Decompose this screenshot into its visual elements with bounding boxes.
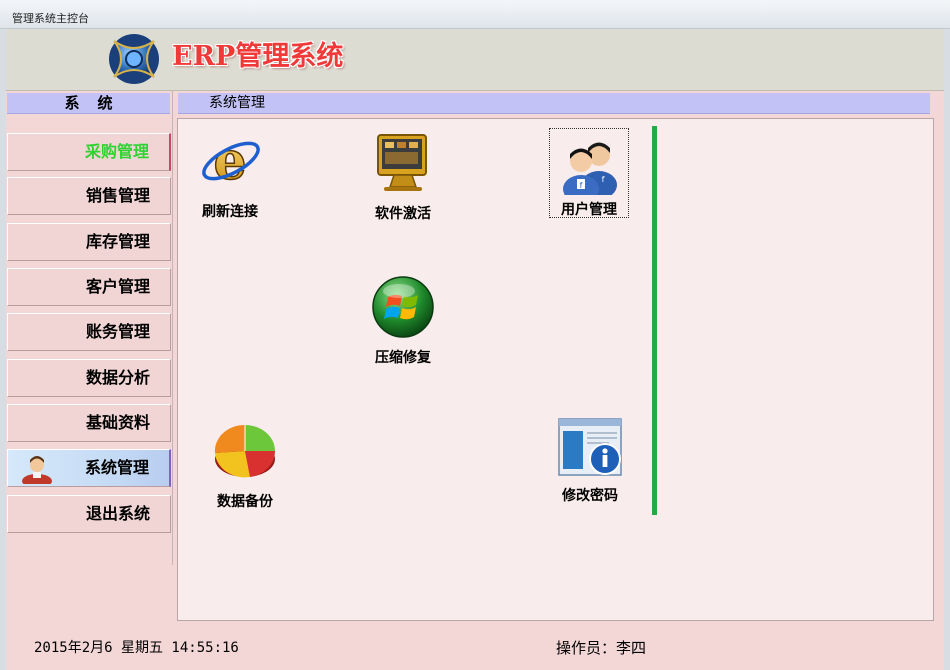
info-window-icon <box>558 418 622 476</box>
sidebar-item-label: 退出系统 <box>85 504 150 523</box>
users-icon: f f <box>563 142 617 203</box>
sidebar-header: 系统 <box>7 93 170 114</box>
sidebar-item-system[interactable]: 系统管理 <box>7 449 171 487</box>
change-password-button[interactable]: 修改密码 <box>548 417 632 505</box>
tool-label: 修改密码 <box>562 488 618 504</box>
sidebar-item-exit[interactable]: 退出系统 <box>7 495 171 533</box>
erp-logo-icon <box>109 34 159 84</box>
status-operator: 操作员：李四 <box>556 639 647 657</box>
sidebar-item-customers[interactable]: 客户管理 <box>7 268 171 306</box>
svg-text:e: e <box>213 131 246 192</box>
tool-label: 数据备份 <box>217 494 273 510</box>
sidebar-item-sales[interactable]: 销售管理 <box>7 177 171 215</box>
svg-text:f: f <box>602 175 605 184</box>
status-bar: 2015年2月6 星期五 14:55:16 操作员：李四 <box>6 630 944 666</box>
sidebar-item-label: 数据分析 <box>85 368 150 387</box>
sidebar-item-label: 基础资料 <box>85 413 150 432</box>
monitor-icon <box>377 134 427 191</box>
window-frame-right <box>944 29 950 670</box>
tool-label: 软件激活 <box>375 206 431 222</box>
data-backup-button[interactable]: 数据备份 <box>212 419 278 511</box>
pie-chart-icon <box>214 424 276 478</box>
user-avatar-icon <box>22 456 52 484</box>
tool-label: 压缩修复 <box>375 350 431 366</box>
sidebar-item-label: 系统管理 <box>84 458 149 477</box>
windows-orb-icon <box>372 276 434 338</box>
svg-text:f: f <box>580 181 583 190</box>
tool-label: 刷新连接 <box>202 204 258 220</box>
user-management-button[interactable]: f f 用户管理 <box>549 128 629 218</box>
sidebar-item-accounts[interactable]: 账务管理 <box>7 313 171 351</box>
window-titlebar[interactable]: 管理系统主控台 <box>0 0 950 29</box>
status-datetime: 2015年2月6 星期五 14:55:16 <box>34 640 239 656</box>
tool-label: 用户管理 <box>561 202 617 218</box>
sidebar-nav: 系统 采购管理 销售管理 库存管理 客户管理 账务管理 数据分析 基础资料 系统… <box>6 91 173 565</box>
sidebar-item-label: 库存管理 <box>85 232 150 251</box>
software-activation-button[interactable]: 软件激活 <box>370 133 436 223</box>
refresh-connection-button[interactable]: e 刷新连接 <box>198 130 262 221</box>
sidebar-item-inventory[interactable]: 库存管理 <box>7 223 171 261</box>
sidebar-item-basedata[interactable]: 基础资料 <box>7 404 171 442</box>
sidebar-item-purchase[interactable]: 采购管理 <box>7 133 171 171</box>
content-panel: e 刷新连接 软件激活 f f 用户管理 压缩修复 数据备份 修改密码 <box>177 118 934 621</box>
content-header: 系统管理 <box>178 93 930 114</box>
sidebar-item-label: 账务管理 <box>85 322 150 341</box>
app-banner: ERP管理系统 <box>6 29 944 91</box>
compress-repair-button[interactable]: 压缩修复 <box>370 275 436 367</box>
app-title: ERP管理系统 <box>172 41 344 72</box>
internet-explorer-icon: e <box>202 130 260 193</box>
window-title: 管理系统主控台 <box>12 12 89 25</box>
sidebar-item-label: 客户管理 <box>85 277 150 296</box>
sidebar-item-analysis[interactable]: 数据分析 <box>7 359 171 397</box>
sidebar-item-label: 采购管理 <box>84 142 149 161</box>
content-divider <box>652 126 657 515</box>
sidebar-item-label: 销售管理 <box>85 186 150 205</box>
